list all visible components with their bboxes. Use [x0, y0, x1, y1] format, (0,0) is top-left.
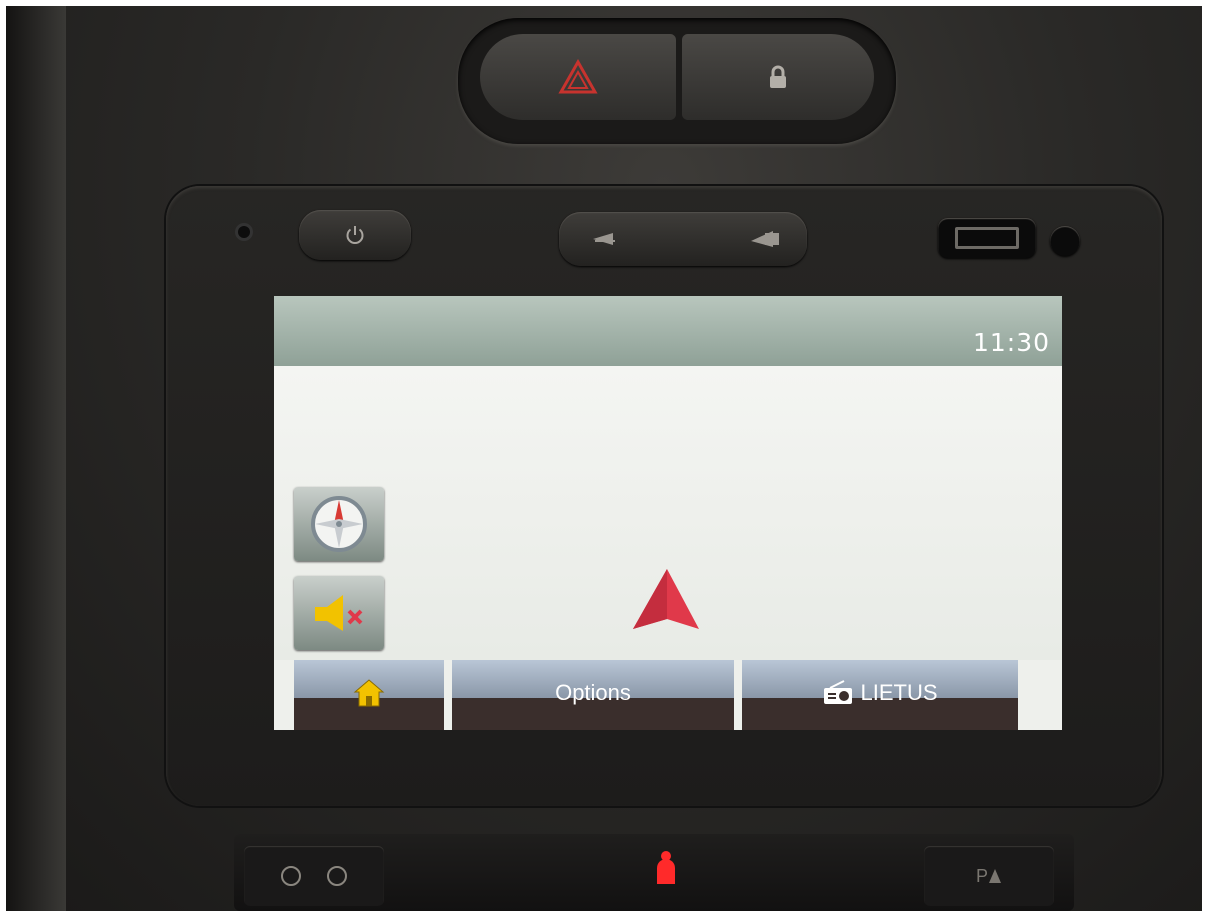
- radio-icon: [824, 680, 853, 704]
- aux-jack: [1050, 226, 1080, 256]
- microphone-hole: [238, 226, 250, 238]
- usb-port: [938, 218, 1036, 258]
- park-assist-label: P: [975, 865, 988, 886]
- touchscreen: 11:30 Options LIETUS: [274, 296, 1062, 730]
- hazard-lock-panel: [458, 18, 896, 144]
- volume-rocker[interactable]: [559, 212, 807, 266]
- speaker-muted-icon: [315, 595, 363, 631]
- tab-options[interactable]: Options: [452, 660, 734, 730]
- vehicle-position-arrow-icon: [633, 569, 699, 629]
- power-icon: [346, 226, 364, 244]
- console-button-left[interactable]: [244, 846, 384, 906]
- radio-station-label: LIETUS: [860, 680, 938, 705]
- status-bar: 11:30: [274, 296, 1062, 366]
- compass-button[interactable]: [294, 487, 384, 561]
- parking-sensor-icon: [281, 866, 347, 886]
- tab-home[interactable]: [294, 660, 444, 730]
- car-dashboard-photo: 11:30 Options LIETUS P: [6, 6, 1202, 911]
- lock-icon: [770, 65, 786, 88]
- volume-rocker-icon: [593, 231, 779, 247]
- tab-radio[interactable]: LIETUS: [742, 660, 1018, 730]
- hazard-button[interactable]: [480, 34, 676, 120]
- home-icon: [353, 679, 385, 707]
- bottom-tab-bar: Options LIETUS: [294, 660, 1024, 730]
- park-assist-icon: [989, 869, 1001, 883]
- mute-button[interactable]: [294, 576, 384, 650]
- central-lock-button[interactable]: [682, 34, 874, 120]
- compass-icon: [311, 496, 367, 552]
- dashboard-left-trim: [6, 6, 66, 911]
- clock: 11:30: [972, 328, 1050, 357]
- seatbelt-warning-icon: [657, 851, 675, 884]
- options-label: Options: [555, 680, 631, 705]
- power-button[interactable]: [299, 210, 411, 260]
- lower-console: P: [234, 834, 1074, 911]
- head-unit: 11:30 Options LIETUS: [166, 186, 1162, 806]
- usb-slot: [955, 227, 1019, 249]
- hazard-triangle-icon: [558, 59, 598, 94]
- radio-tab-content: LIETUS: [822, 680, 938, 706]
- park-assist-button[interactable]: P: [924, 846, 1054, 906]
